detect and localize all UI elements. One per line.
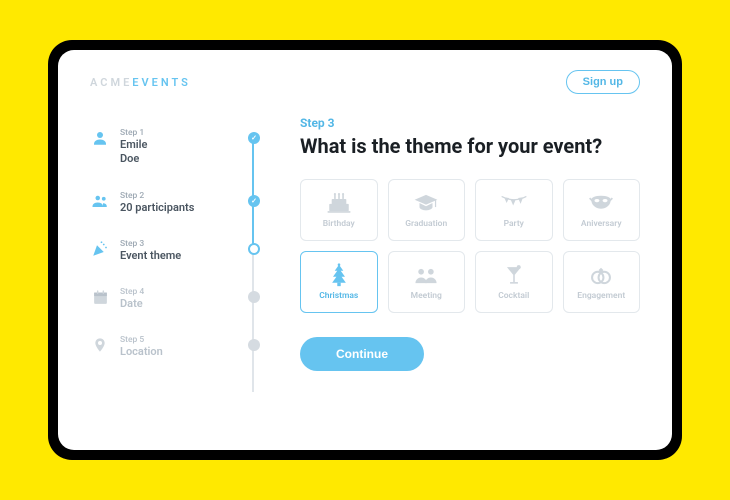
theme-label: Christmas	[319, 291, 358, 301]
progress-dot-icon	[248, 291, 260, 303]
step-text: Step 3 Event theme	[120, 239, 238, 263]
progress-dot-icon	[248, 132, 260, 144]
topbar: ACMEEVENTS Sign up	[90, 70, 640, 94]
sidebar-step-2[interactable]: Step 2 20 participants	[90, 191, 260, 215]
cocktail-icon	[504, 263, 524, 287]
confetti-icon	[90, 239, 110, 259]
device-frame: ACMEEVENTS Sign up Step 1 EmileDoe	[48, 40, 682, 460]
sidebar-step-1[interactable]: Step 1 EmileDoe	[90, 128, 260, 167]
theme-card-cocktail[interactable]: Cocktail	[475, 251, 553, 313]
sidebar-step-4[interactable]: Step 4 Date	[90, 287, 260, 311]
calendar-icon	[90, 287, 110, 307]
theme-label: Party	[504, 219, 524, 229]
theme-label: Graduation	[405, 219, 447, 229]
theme-card-party[interactable]: Party	[475, 179, 553, 241]
theme-card-meeting[interactable]: Meeting	[388, 251, 466, 313]
bunting-icon	[500, 191, 528, 215]
step-tag: Step 3	[300, 116, 640, 130]
step-text: Step 2 20 participants	[120, 191, 238, 215]
content: Step 1 EmileDoe Step 2 20 participants	[90, 116, 640, 371]
step-label: Step 5	[120, 335, 238, 345]
theme-card-christmas[interactable]: Christmas	[300, 251, 378, 313]
step-value: 20 participants	[120, 201, 238, 215]
sidebar-step-3[interactable]: Step 3 Event theme	[90, 239, 260, 263]
theme-card-birthday[interactable]: Birthday	[300, 179, 378, 241]
theme-grid: Birthday Graduation Party	[300, 179, 640, 313]
step-value: Event theme	[120, 249, 238, 263]
signup-button[interactable]: Sign up	[566, 70, 640, 94]
theme-label: Engagement	[577, 291, 625, 301]
logo-part-1: ACME	[90, 76, 132, 89]
cake-icon	[326, 191, 352, 215]
step-value: EmileDoe	[120, 138, 238, 167]
theme-card-aniversary[interactable]: Aniversary	[563, 179, 641, 241]
gradcap-icon	[413, 191, 439, 215]
user-icon	[90, 128, 110, 148]
pin-icon	[90, 335, 110, 355]
progress-dot-icon	[248, 339, 260, 351]
mask-icon	[588, 191, 614, 215]
step-label: Step 1	[120, 128, 238, 138]
question-title: What is the theme for your event?	[300, 134, 640, 159]
step-label: Step 3	[120, 239, 238, 249]
step-text: Step 4 Date	[120, 287, 238, 311]
step-value: Location	[120, 345, 238, 359]
step-label: Step 4	[120, 287, 238, 297]
step-value: Date	[120, 297, 238, 311]
progress-dot-icon	[248, 243, 260, 255]
meeting-icon	[413, 263, 439, 287]
app-screen: ACMEEVENTS Sign up Step 1 EmileDoe	[58, 50, 672, 450]
group-icon	[90, 191, 110, 211]
rings-icon	[588, 263, 614, 287]
theme-card-graduation[interactable]: Graduation	[388, 179, 466, 241]
theme-label: Meeting	[411, 291, 442, 301]
theme-label: Aniversary	[581, 219, 622, 229]
logo: ACMEEVENTS	[90, 76, 191, 89]
progress-dot-icon	[248, 195, 260, 207]
step-label: Step 2	[120, 191, 238, 201]
main: Step 3 What is the theme for your event?…	[300, 116, 640, 371]
step-text: Step 5 Location	[120, 335, 238, 359]
theme-label: Cocktail	[498, 291, 529, 301]
continue-button[interactable]: Continue	[300, 337, 424, 371]
sidebar-step-5[interactable]: Step 5 Location	[90, 335, 260, 359]
progress-line-done	[252, 136, 254, 244]
theme-card-engagement[interactable]: Engagement	[563, 251, 641, 313]
logo-part-2: EVENTS	[132, 76, 191, 89]
sidebar: Step 1 EmileDoe Step 2 20 participants	[90, 116, 260, 371]
tree-icon	[328, 263, 350, 287]
step-text: Step 1 EmileDoe	[120, 128, 238, 167]
theme-label: Birthday	[323, 219, 355, 229]
